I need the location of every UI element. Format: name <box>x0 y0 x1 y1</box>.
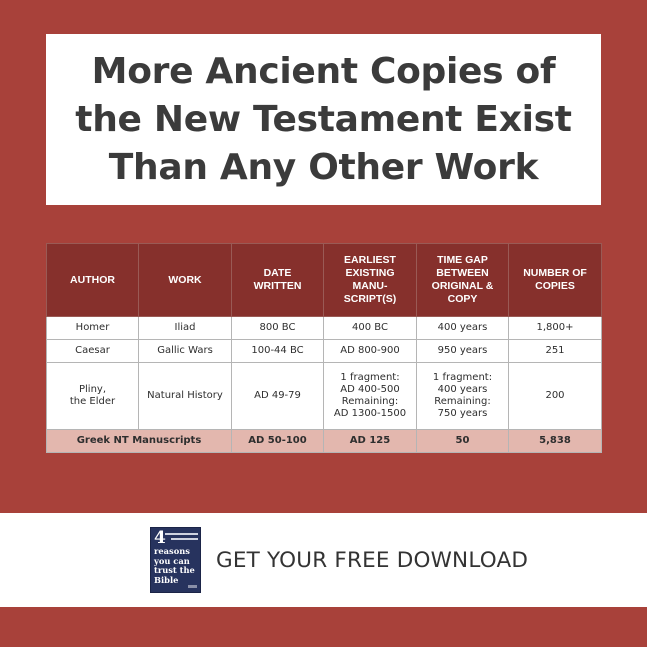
cell-earliest: AD 125 <box>323 429 417 453</box>
title-box: More Ancient Copies of the New Testament… <box>46 34 601 205</box>
cell-work: Natural History <box>138 362 232 430</box>
cell-copies: 200 <box>508 362 602 430</box>
header-author: AUTHOR <box>46 243 139 317</box>
header-time-gap: TIME GAP BETWEEN ORIGINAL & COPY <box>416 243 509 317</box>
cell-time-gap: 1 fragment: 400 years Remaining: 750 yea… <box>416 362 509 430</box>
table-row: Pliny, the Elder Natural History AD 49-7… <box>46 362 602 430</box>
cell-author: Caesar <box>46 339 139 363</box>
cell-author: Homer <box>46 316 139 340</box>
cta-band: 4 reasons you can trust the Bible GET YO… <box>0 513 647 607</box>
book-subtitle-bar <box>165 533 198 535</box>
cell-copies: 1,800+ <box>508 316 602 340</box>
cell-work: Iliad <box>138 316 232 340</box>
header-date-written: DATE WRITTEN <box>231 243 324 317</box>
cell-work: Gallic Wars <box>138 339 232 363</box>
page-title: More Ancient Copies of the New Testament… <box>75 48 572 192</box>
cell-earliest: 1 fragment: AD 400-500 Remaining: AD 130… <box>323 362 417 430</box>
cell-earliest: AD 800-900 <box>323 339 417 363</box>
book-title-line: Bible <box>154 574 179 585</box>
table-row: Homer Iliad 800 BC 400 BC 400 years 1,80… <box>46 316 602 340</box>
table-row-greek-nt: Greek NT Manuscripts AD 50-100 AD 125 50… <box>46 429 602 453</box>
table-row: Caesar Gallic Wars 100-44 BC AD 800-900 … <box>46 339 602 363</box>
cell-date-written: AD 49-79 <box>231 362 324 430</box>
title-line: the New Testament Exist <box>75 98 572 140</box>
cell-date-written: 800 BC <box>231 316 324 340</box>
table-header-row: AUTHOR WORK DATE WRITTEN EARLIEST EXISTI… <box>46 243 602 317</box>
header-number-of-copies: NUMBER OF COPIES <box>508 243 602 317</box>
book-subtitle-bar <box>171 538 198 540</box>
book-cover-image: 4 reasons you can trust the Bible <box>150 527 201 593</box>
cell-date-written: AD 50-100 <box>231 429 324 453</box>
cell-time-gap: 50 <box>416 429 509 453</box>
free-download-link[interactable]: 4 reasons you can trust the Bible GET YO… <box>150 527 528 593</box>
cell-time-gap: 400 years <box>416 316 509 340</box>
header-earliest-manuscripts: EARLIEST EXISTING MANU- SCRIPT(S) <box>323 243 417 317</box>
cell-label: Greek NT Manuscripts <box>46 429 232 453</box>
cell-copies: 5,838 <box>508 429 602 453</box>
cell-date-written: 100-44 BC <box>231 339 324 363</box>
download-label[interactable]: GET YOUR FREE DOWNLOAD <box>216 548 528 573</box>
title-line: Than Any Other Work <box>108 146 539 188</box>
cell-time-gap: 950 years <box>416 339 509 363</box>
header-work: WORK <box>138 243 232 317</box>
title-line: More Ancient Copies of <box>91 50 556 92</box>
manuscript-comparison-table: AUTHOR WORK DATE WRITTEN EARLIEST EXISTI… <box>46 243 602 453</box>
cell-earliest: 400 BC <box>323 316 417 340</box>
cell-copies: 251 <box>508 339 602 363</box>
cell-author: Pliny, the Elder <box>46 362 139 430</box>
publisher-logo-icon <box>188 585 197 588</box>
